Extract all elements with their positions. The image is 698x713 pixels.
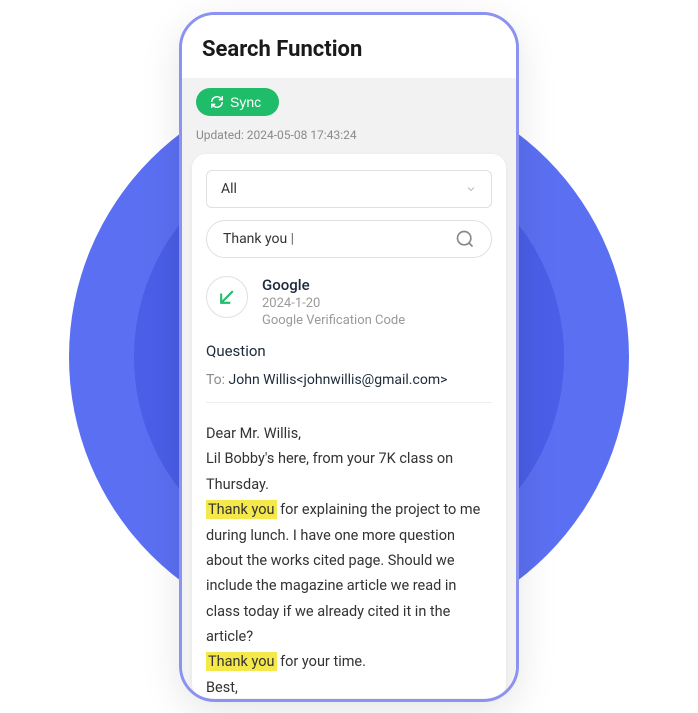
email-to-line: To: John Willis<johnwillis@gmail.com>: [206, 372, 492, 388]
filter-selected-value: All: [221, 181, 237, 197]
text-cursor: |: [287, 231, 294, 247]
incoming-arrow-icon: [217, 287, 237, 307]
search-value: Thank you: [223, 231, 287, 247]
sync-label: Sync: [230, 94, 261, 110]
search-icon[interactable]: [455, 229, 475, 249]
to-label: To:: [206, 372, 229, 388]
result-avatar: [206, 276, 248, 318]
phone-frame: Search Function Sync Updated: 2024-05-08…: [179, 12, 519, 702]
search-box[interactable]: Thank you |: [206, 220, 492, 258]
search-result[interactable]: Google 2024-1-20 Google Verification Cod…: [206, 276, 492, 403]
header: Search Function: [182, 15, 516, 78]
email-subject: Question: [206, 342, 492, 360]
search-card: All Thank you |: [192, 154, 506, 698]
result-date: 2024-1-20: [262, 296, 492, 311]
body-paragraph1: Thank you for explaining the project to …: [206, 497, 492, 649]
result-header: Google 2024-1-20 Google Verification Cod…: [206, 276, 492, 328]
result-meta: Google 2024-1-20 Google Verification Cod…: [262, 276, 492, 328]
search-input: Thank you |: [223, 231, 455, 247]
result-snippet: Google Verification Code: [262, 313, 492, 328]
content-area: All Thank you |: [182, 154, 516, 698]
body-greeting: Dear Mr. Willis,: [206, 421, 492, 446]
email-body: Dear Mr. Willis, Lil Bobby's here, from …: [206, 421, 492, 702]
body-line1: Lil Bobby's here, from your 7K class on …: [206, 446, 492, 497]
body-paragraph2: Thank you for your time.: [206, 649, 492, 674]
chevron-down-icon: [465, 183, 477, 195]
body-line3a: for your time.: [277, 653, 366, 670]
sync-button[interactable]: Sync: [196, 88, 279, 116]
filter-select[interactable]: All: [206, 170, 492, 208]
body-signature: Lil Bobby: [206, 700, 492, 702]
highlight-2: Thank you: [206, 652, 277, 671]
highlight-1: Thank you: [206, 500, 277, 519]
body-closing: Best,: [206, 675, 492, 700]
sync-icon: [210, 95, 224, 109]
sync-bar: Sync Updated: 2024-05-08 17:43:24: [182, 78, 516, 154]
page-title: Search Function: [202, 37, 496, 62]
body-line2a: for explaining the project to me during …: [206, 501, 480, 645]
updated-text: Updated: 2024-05-08 17:43:24: [196, 128, 502, 142]
sender-name: Google: [262, 276, 492, 294]
to-value: John Willis<johnwillis@gmail.com>: [229, 372, 448, 388]
